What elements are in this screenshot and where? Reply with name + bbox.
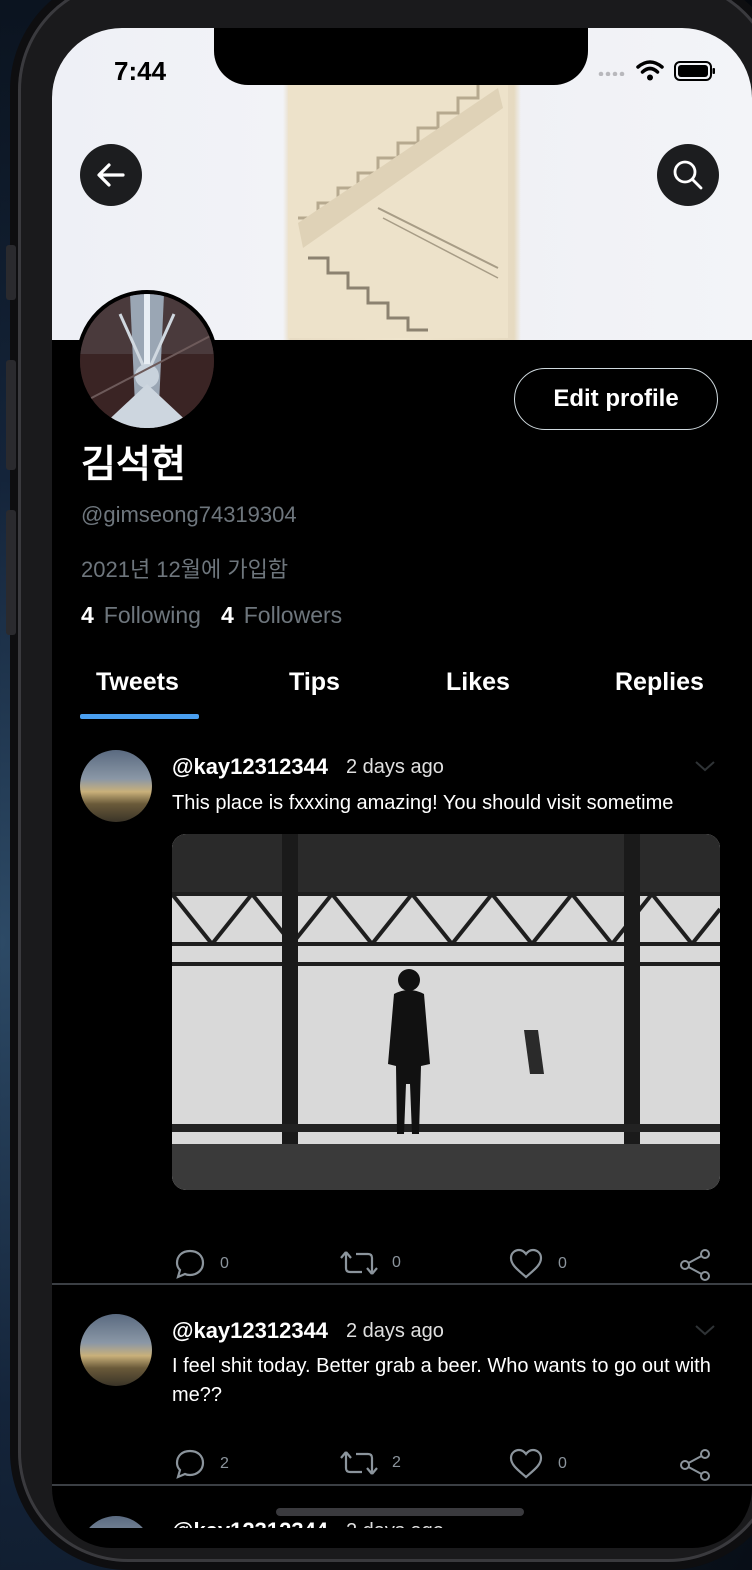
like-count: 0 [558,1255,567,1272]
share-icon[interactable] [678,1448,712,1482]
tweet-time: 2 days ago [346,756,444,778]
arrow-left-icon [97,163,125,187]
tweet-item[interactable]: @kay12312344 2 days ago [52,1516,752,1528]
retweet-count: 0 [392,1254,401,1271]
followers-count[interactable]: 4 [221,602,234,629]
like-count: 0 [558,1455,567,1472]
reply-action[interactable]: 2 [174,1448,229,1480]
tweet-image[interactable] [172,834,720,1190]
home-indicator [276,1508,524,1516]
tweet-avatar[interactable] [80,1314,152,1386]
tweet-divider [52,1283,752,1285]
phone-side-button [6,360,16,470]
tab-tweets[interactable]: Tweets [96,668,179,697]
tweet-handle[interactable]: @kay12312344 [172,1318,328,1344]
search-button[interactable] [657,144,719,206]
back-button[interactable] [80,144,142,206]
tweet-time: 2 days ago [346,1520,444,1528]
tab-likes[interactable]: Likes [446,668,510,697]
share-icon[interactable] [678,1248,712,1282]
profile-handle: @gimseong74319304 [81,502,297,527]
tweet-text: This place is fxxxing amazing! You shoul… [172,792,674,814]
reply-action[interactable]: 0 [174,1248,229,1280]
avatar-image [80,294,214,428]
banner-image [288,68,508,338]
heart-icon [509,1248,543,1279]
status-time: 7:44 [114,56,167,86]
wifi-icon [636,60,664,81]
tweet-photo [172,834,720,1190]
edit-profile-button[interactable]: Edit profile [514,368,718,430]
following-label[interactable]: Following [104,602,201,629]
tweet-handle[interactable]: @kay12312344 [172,1518,328,1528]
status-icons [598,60,716,82]
following-count[interactable]: 4 [81,602,94,629]
profile-avatar[interactable] [76,290,218,432]
followers-label[interactable]: Followers [244,602,342,629]
comment-icon [175,1449,205,1479]
tweet-divider [52,1484,752,1486]
tweet-time: 2 days ago [346,1320,444,1342]
cellular-signal-icon [598,71,625,76]
tab-replies[interactable]: Replies [615,668,704,697]
like-action[interactable]: 0 [508,1248,567,1280]
comment-icon [175,1249,205,1279]
phone-side-button [6,245,16,300]
retweet-icon [340,1251,378,1275]
tweet-handle[interactable]: @kay12312344 [172,754,328,780]
tab-tips[interactable]: Tips [289,668,340,697]
chevron-down-icon[interactable] [694,760,716,772]
like-action[interactable]: 0 [508,1448,567,1480]
search-icon [673,160,703,190]
tweet-avatar[interactable] [80,750,152,822]
profile-name: 김석현 [81,444,186,486]
app-screen: 7:44 Edit profile 김석현 @gimseong74319304 … [52,28,752,1548]
profile-tabs: Tweets Tips Likes Replies [52,658,752,718]
chevron-down-icon[interactable] [694,1324,716,1336]
battery-icon [674,61,715,81]
reply-count: 2 [220,1455,229,1472]
reply-count: 0 [220,1255,229,1272]
follow-stats: 4 Following 4 Followers [81,602,362,629]
heart-icon [509,1448,543,1479]
retweet-icon [340,1451,378,1475]
tweet-text: I feel shit today. Better grab a beer. W… [172,1355,711,1406]
join-date: 2021년 12월에 가입함 [81,557,289,582]
active-tab-indicator [80,714,199,719]
phone-side-button [6,510,16,635]
device-notch [214,28,588,85]
retweet-count: 2 [392,1454,401,1471]
retweet-action[interactable]: 0 [340,1248,401,1278]
retweet-action[interactable]: 2 [340,1448,401,1478]
tweet-avatar[interactable] [80,1516,152,1528]
